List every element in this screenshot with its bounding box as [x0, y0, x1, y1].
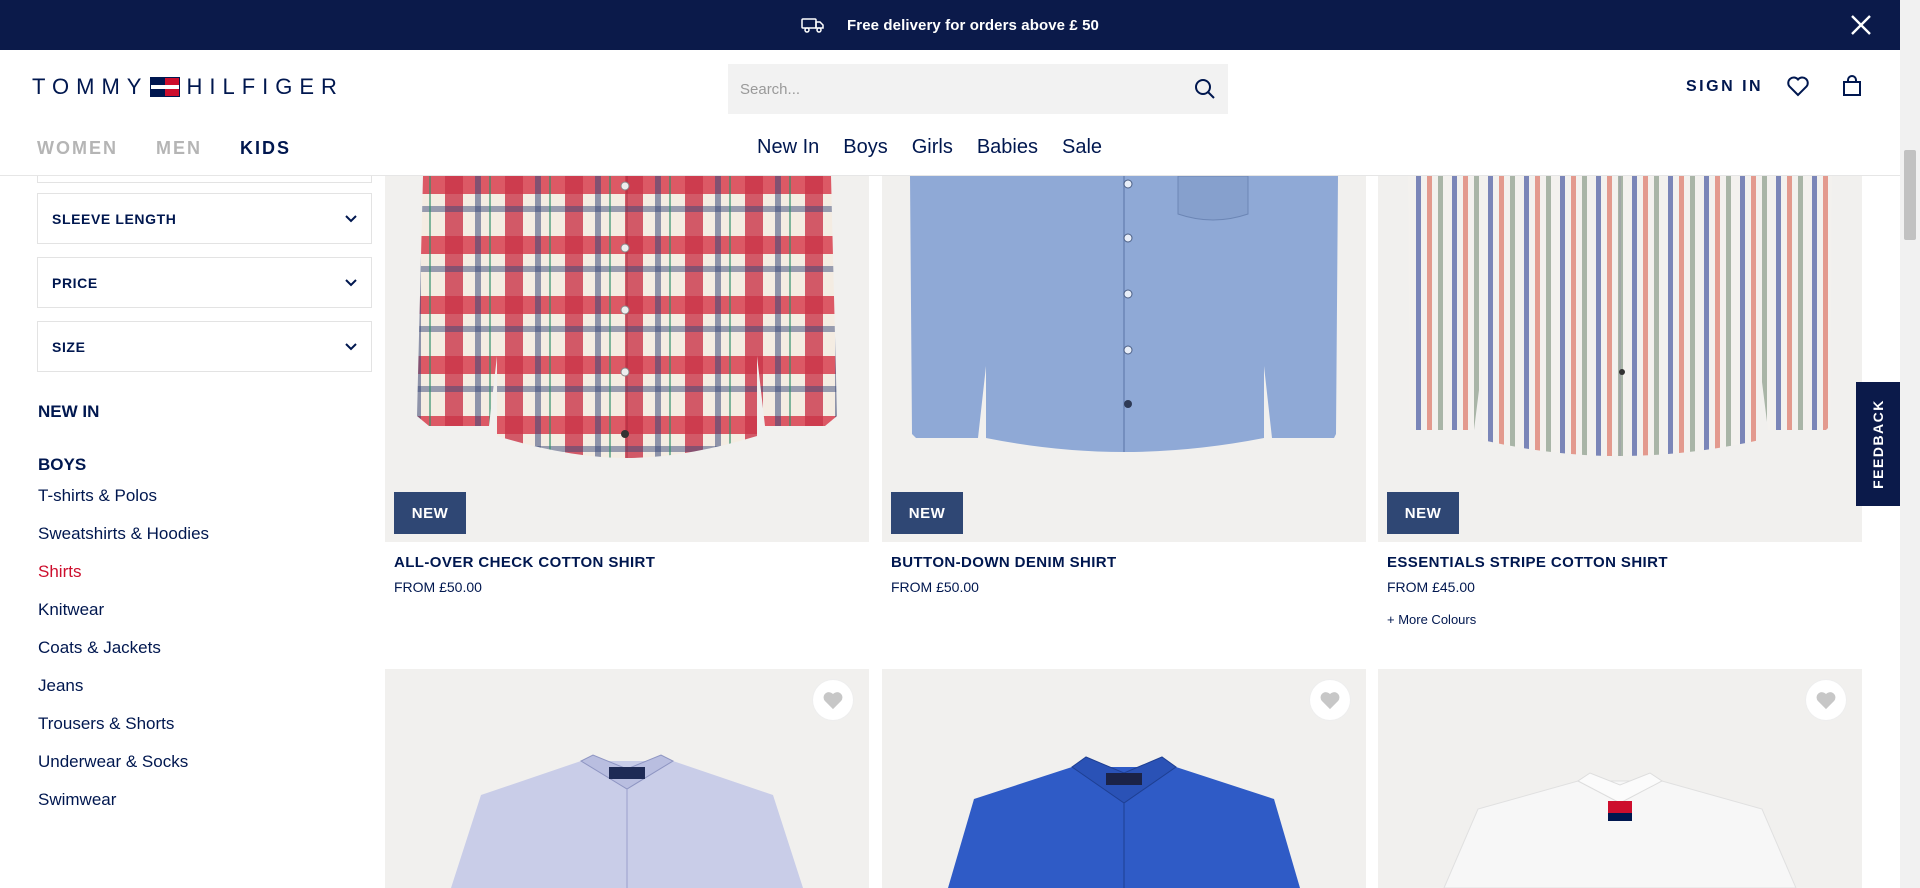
- nav-new-in[interactable]: New In: [757, 136, 819, 159]
- sidebar-item-shirts[interactable]: Shirts: [38, 562, 209, 600]
- sidebar-item-swimwear[interactable]: Swimwear: [38, 790, 209, 828]
- sidebar-item-coats-jackets[interactable]: Coats & Jackets: [38, 638, 209, 676]
- product-image[interactable]: NEW: [882, 176, 1366, 542]
- print-shirt-image: [451, 754, 803, 888]
- brand-logo[interactable]: TOMMY HILFIGER: [32, 74, 344, 100]
- nav-sale[interactable]: Sale: [1062, 136, 1102, 159]
- white-shirt-image: [1443, 772, 1797, 888]
- tab-men[interactable]: MEN: [156, 138, 202, 159]
- logo-left-text: TOMMY: [32, 74, 149, 99]
- feedback-label: FEEDBACK: [1870, 399, 1886, 489]
- product-name[interactable]: ALL-OVER CHECK COTTON SHIRT: [394, 554, 655, 571]
- heart-icon: [1816, 692, 1836, 710]
- sidebar-boys-heading[interactable]: BOYS: [38, 455, 86, 475]
- sidebar-item-sweatshirts-hoodies[interactable]: Sweatshirts & Hoodies: [38, 524, 209, 562]
- nav-girls[interactable]: Girls: [912, 136, 953, 159]
- logo-right-text: HILFIGER: [186, 74, 344, 99]
- chevron-down-icon: [345, 214, 357, 222]
- truck-icon: [801, 18, 824, 33]
- search-input[interactable]: [740, 80, 1194, 98]
- promo-banner: Free delivery for orders above £ 50: [0, 0, 1900, 50]
- sign-in-link[interactable]: SIGN IN: [1686, 78, 1763, 96]
- flag-icon: [150, 77, 181, 97]
- product-image[interactable]: NEW: [385, 176, 869, 542]
- filter-size[interactable]: SIZE: [37, 321, 372, 372]
- product-image[interactable]: [882, 669, 1366, 888]
- product-name[interactable]: ESSENTIALS STRIPE COTTON SHIRT: [1387, 554, 1668, 571]
- product-price: FROM £45.00: [1387, 579, 1475, 595]
- product-price: FROM £50.00: [394, 579, 482, 595]
- new-badge: NEW: [891, 492, 963, 534]
- shopping-bag-icon[interactable]: [1840, 74, 1864, 98]
- nav-babies[interactable]: Babies: [977, 136, 1038, 159]
- nav-boys[interactable]: Boys: [843, 136, 887, 159]
- gender-tabs: WOMEN MEN KIDS: [37, 138, 291, 159]
- search-bar: [728, 64, 1228, 114]
- heart-icon: [1320, 692, 1340, 710]
- chevron-down-icon: [345, 278, 357, 286]
- chevron-down-icon: [345, 342, 357, 350]
- wishlist-button[interactable]: [1310, 680, 1350, 720]
- filter-label: SIZE: [52, 338, 86, 355]
- stripe-shirt-image: [1408, 176, 1832, 456]
- blue-shirt-image: [948, 756, 1300, 888]
- filter-box-partial: [37, 176, 372, 183]
- filter-label: SLEEVE LENGTH: [52, 210, 177, 227]
- wishlist-button[interactable]: [1806, 680, 1846, 720]
- filter-price[interactable]: PRICE: [37, 257, 372, 308]
- scrollbar-thumb[interactable]: [1904, 150, 1916, 240]
- filter-sleeve-length[interactable]: SLEEVE LENGTH: [37, 193, 372, 244]
- wishlist-button[interactable]: [813, 680, 853, 720]
- sidebar-item-underwear-socks[interactable]: Underwear & Socks: [38, 752, 209, 790]
- sidebar-item-trousers-shorts[interactable]: Trousers & Shorts: [38, 714, 209, 752]
- page-scrollbar[interactable]: [1900, 0, 1920, 888]
- product-image[interactable]: NEW: [1378, 176, 1862, 542]
- sidebar-item-jeans[interactable]: Jeans: [38, 676, 209, 714]
- sidebar-new-in-link[interactable]: NEW IN: [38, 402, 99, 422]
- product-name[interactable]: BUTTON-DOWN DENIM SHIRT: [891, 554, 1117, 571]
- sidebar-boys-links: T-shirts & Polos Sweatshirts & Hoodies S…: [38, 486, 209, 828]
- more-colours-link[interactable]: + More Colours: [1387, 612, 1476, 627]
- category-nav: New In Boys Girls Babies Sale: [757, 136, 1102, 159]
- filter-label: PRICE: [52, 274, 98, 291]
- product-image[interactable]: [385, 669, 869, 888]
- denim-shirt-image: [910, 176, 1338, 452]
- tab-women[interactable]: WOMEN: [37, 138, 118, 159]
- close-icon[interactable]: [1848, 12, 1874, 38]
- heart-icon: [823, 692, 843, 710]
- product-price: FROM £50.00: [891, 579, 979, 595]
- heart-icon[interactable]: [1786, 74, 1810, 98]
- new-badge: NEW: [394, 492, 466, 534]
- tab-kids[interactable]: KIDS: [240, 138, 291, 159]
- sidebar-item-tshirts-polos[interactable]: T-shirts & Polos: [38, 486, 209, 524]
- feedback-tab[interactable]: FEEDBACK: [1856, 382, 1900, 506]
- search-icon[interactable]: [1194, 78, 1216, 100]
- site-header: TOMMY HILFIGER SIGN IN WOMEN MEN KIDS Ne…: [0, 50, 1900, 176]
- new-badge: NEW: [1387, 492, 1459, 534]
- sidebar-item-knitwear[interactable]: Knitwear: [38, 600, 209, 638]
- check-shirt-image: [417, 176, 837, 458]
- product-image[interactable]: [1378, 669, 1862, 888]
- promo-text: Free delivery for orders above £ 50: [847, 16, 1099, 34]
